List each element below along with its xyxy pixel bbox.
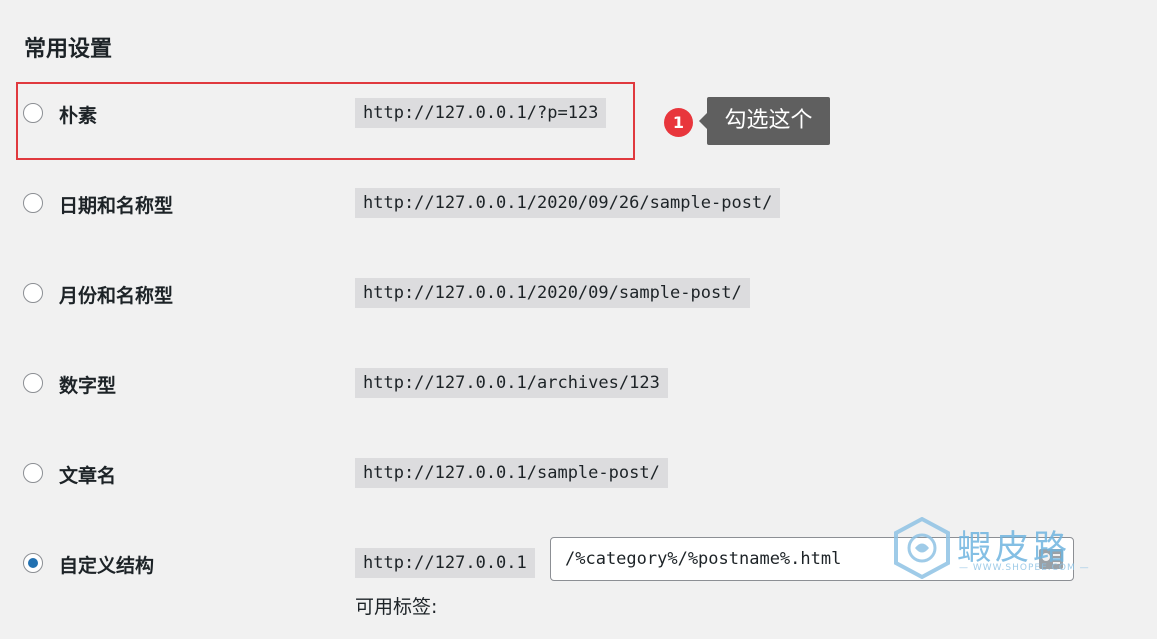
option-example-custom: http://127.0.0.1	[355, 548, 535, 578]
radio-post-name[interactable]	[23, 463, 43, 483]
annotation-tooltip: 勾选这个	[699, 97, 830, 145]
radio-month-name[interactable]	[23, 283, 43, 303]
annotation-step-badge: 1	[664, 108, 693, 137]
permalink-option-month-name[interactable]: 月份和名称型 http://127.0.0.1/2020/09/sample-p…	[0, 275, 1157, 315]
permalink-option-post-name[interactable]: 文章名 http://127.0.0.1/sample-post/	[0, 455, 1157, 495]
radio-custom[interactable]	[23, 553, 43, 573]
option-example-post-name: http://127.0.0.1/sample-post/	[355, 458, 668, 488]
option-label-numeric[interactable]: 数字型	[59, 371, 116, 398]
radio-day-name[interactable]	[23, 193, 43, 213]
radio-numeric[interactable]	[23, 373, 43, 393]
option-label-custom[interactable]: 自定义结构	[59, 551, 154, 578]
watermark: 蝦皮路 — WWW.SHOPEE.COM —	[893, 517, 1093, 581]
watermark-subtitle: — WWW.SHOPEE.COM —	[959, 563, 1090, 573]
option-example-day-name: http://127.0.0.1/2020/09/26/sample-post/	[355, 188, 781, 218]
annotation-highlight-box	[16, 82, 635, 160]
watermark-logo-icon	[894, 517, 950, 579]
available-tags-label: 可用标签:	[355, 596, 438, 618]
option-label-post-name[interactable]: 文章名	[59, 461, 116, 488]
option-label-month-name[interactable]: 月份和名称型	[59, 281, 173, 308]
permalink-option-day-name[interactable]: 日期和名称型 http://127.0.0.1/2020/09/26/sampl…	[0, 185, 1157, 225]
permalink-option-numeric[interactable]: 数字型 http://127.0.0.1/archives/123	[0, 365, 1157, 405]
option-example-month-name: http://127.0.0.1/2020/09/sample-post/	[355, 278, 750, 308]
option-label-day-name[interactable]: 日期和名称型	[59, 191, 173, 218]
watermark-title: 蝦皮路	[957, 528, 1071, 568]
option-example-numeric: http://127.0.0.1/archives/123	[355, 368, 668, 398]
page-title: 常用设置	[24, 37, 113, 63]
